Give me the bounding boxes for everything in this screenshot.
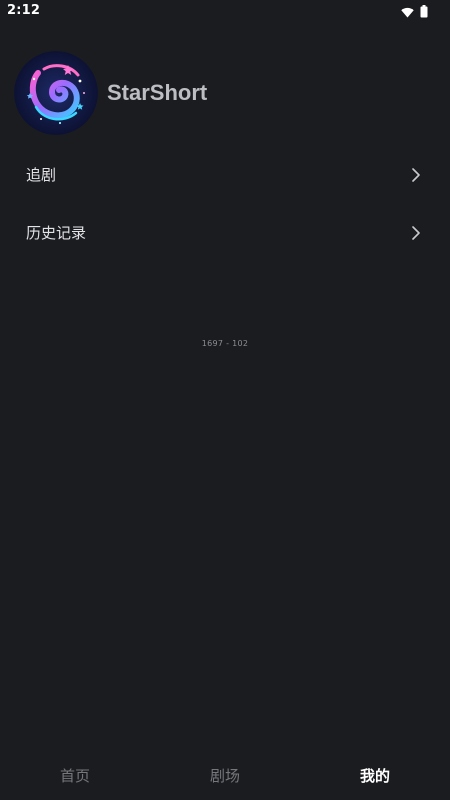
menu-item-history[interactable]: 历史记录 — [0, 208, 450, 258]
menu-item-label: 追剧 — [26, 166, 57, 184]
galaxy-logo-icon — [14, 51, 98, 135]
status-bar: 2:12 — [0, 0, 450, 22]
avatar[interactable] — [14, 51, 98, 135]
tab-mine[interactable]: 我的 — [300, 754, 450, 800]
battery-icon — [420, 3, 428, 22]
tab-home[interactable]: 首页 — [0, 754, 150, 800]
menu-item-follow[interactable]: 追剧 — [0, 150, 450, 200]
profile-header[interactable]: StarShort — [14, 51, 207, 135]
status-icons — [401, 3, 428, 22]
tab-theater[interactable]: 剧场 — [150, 754, 300, 800]
username: StarShort — [107, 80, 208, 105]
chevron-right-icon — [412, 225, 420, 244]
bottom-tab-bar: 首页 剧场 我的 — [0, 754, 450, 800]
status-time: 2:12 — [7, 3, 41, 18]
version-text: 1697 - 102 — [201, 339, 249, 348]
menu-item-label: 历史记录 — [26, 224, 87, 242]
wifi-icon — [401, 3, 414, 22]
chevron-right-icon — [412, 167, 420, 186]
